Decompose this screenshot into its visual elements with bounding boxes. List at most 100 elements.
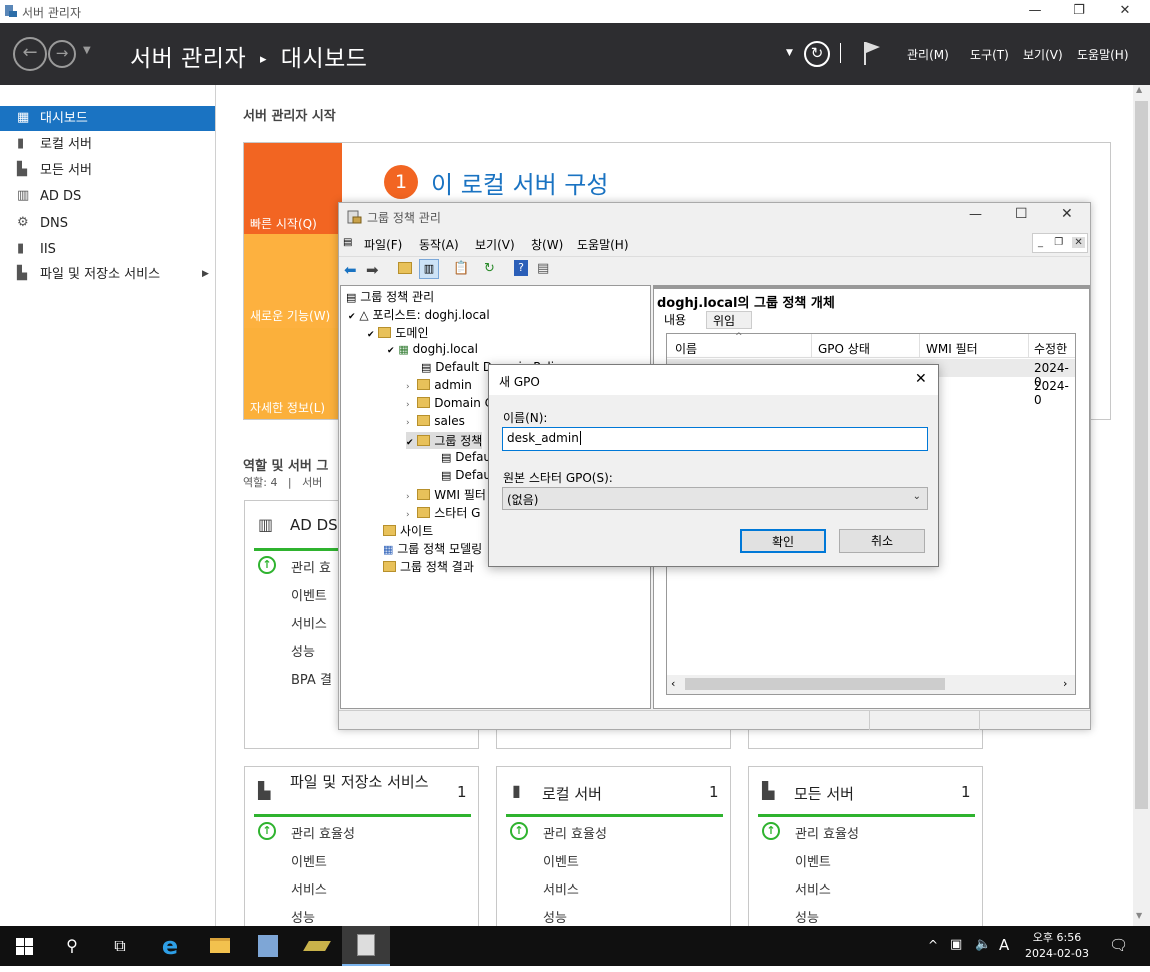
volume-muted-icon[interactable]: 🔈	[975, 937, 991, 952]
menu-manage[interactable]: 관리(M)	[907, 46, 949, 63]
minimize-button[interactable]: —	[1012, 0, 1058, 23]
sidebar-item-iis[interactable]: ▮ IIS	[0, 237, 215, 262]
tile-row[interactable]: 이벤트	[291, 851, 327, 870]
chevron-down-icon[interactable]: ✔	[406, 438, 414, 448]
tree-node-domains[interactable]: ✔ 도메인	[367, 324, 429, 341]
tree-node-root[interactable]: ▤ 그룹 정책 관리	[346, 288, 434, 305]
col-modified[interactable]: 수정한	[1034, 340, 1067, 357]
gpm-maximize-button[interactable]: ☐	[1015, 206, 1028, 222]
tile-row[interactable]: 관리 효율성	[795, 823, 859, 842]
cancel-button[interactable]: 취소	[839, 529, 925, 553]
start-button[interactable]	[0, 926, 48, 966]
back-arrow-icon[interactable]: ⬅	[344, 261, 357, 279]
history-dropdown-icon[interactable]: ▼	[83, 45, 91, 56]
mdi-restore-button[interactable]: ❐	[1054, 237, 1063, 248]
chevron-down-icon[interactable]: ✔	[387, 346, 395, 356]
tile-row[interactable]: 이벤트	[291, 585, 327, 604]
show-tree-icon[interactable]: ▥	[419, 259, 439, 279]
tree-node-gpo-2[interactable]: ▤ Defau	[441, 468, 491, 482]
gpm-menu-file[interactable]: 파일(F)	[364, 236, 402, 253]
gpm-menu-view[interactable]: 보기(V)	[475, 236, 515, 253]
close-button[interactable]: ✕	[1102, 0, 1148, 23]
tile-row[interactable]: 서비스	[291, 613, 327, 632]
chevron-down-icon[interactable]: ✔	[348, 312, 356, 322]
clipboard-icon[interactable]: 📋	[453, 261, 469, 276]
tile-row[interactable]: 성능	[543, 907, 567, 926]
tile-row[interactable]: 관리 효	[291, 557, 331, 576]
scroll-left-icon[interactable]: ‹	[671, 677, 675, 690]
tile-row[interactable]: 관리 효율성	[291, 823, 355, 842]
scroll-down-icon[interactable]: ▼	[1136, 911, 1142, 920]
tree-node-wmi-filters[interactable]: › WMI 필터	[406, 486, 486, 503]
sidebar-item-dns[interactable]: ⚙ DNS	[0, 211, 215, 236]
sidebar-item-all-servers[interactable]: ▙ 모든 서버	[0, 158, 215, 183]
tree-node-domain[interactable]: ✔ ▦ doghj.local	[387, 342, 478, 356]
tile-all-servers[interactable]: ▙ 모든 서버 1 ↑ 관리 효율성 이벤트 서비스 성능	[748, 766, 983, 936]
menu-tools[interactable]: 도구(T)	[970, 46, 1009, 63]
gpm-menu-action[interactable]: 동작(A)	[419, 236, 459, 253]
tab-delegation[interactable]: 위임	[706, 311, 752, 329]
col-wmi-filter[interactable]: WMI 필터	[926, 340, 978, 357]
step-configure-link[interactable]: 이 로컬 서버 구성	[431, 165, 608, 200]
gpm-taskbar-icon[interactable]	[342, 926, 390, 966]
col-name[interactable]: 이름	[675, 340, 697, 357]
tile-quick-start[interactable]: 빠른 시작(Q)	[244, 143, 342, 234]
gpo-name-input[interactable]: desk_admin	[502, 427, 928, 451]
scroll-thumb[interactable]	[1135, 101, 1148, 809]
back-button[interactable]: ←	[13, 37, 47, 71]
chevron-right-icon[interactable]: ›	[406, 492, 410, 502]
ok-button[interactable]: 확인	[740, 529, 826, 553]
forward-arrow-icon[interactable]: ➡	[366, 261, 379, 279]
tree-node-admin[interactable]: › admin	[406, 378, 472, 392]
tile-row[interactable]: 관리 효율성	[543, 823, 607, 842]
tile-whats-new[interactable]: 새로운 기능(W)	[244, 234, 342, 328]
tile-row[interactable]: BPA 결	[291, 669, 332, 688]
tile-file-storage[interactable]: ▙ 파일 및 저장소 서비스 1 ↑ 관리 효율성 이벤트 서비스 성능	[244, 766, 479, 936]
chevron-right-icon[interactable]: ›	[406, 418, 410, 428]
tile-row[interactable]: 성능	[795, 907, 819, 926]
tree-node-domain-controllers[interactable]: › Domain C	[406, 396, 493, 410]
ad-tool-taskbar-icon[interactable]	[293, 926, 341, 966]
forward-button[interactable]: →	[48, 40, 76, 68]
restore-button[interactable]: ❐	[1056, 0, 1102, 23]
sidebar-item-local-server[interactable]: ▮ 로컬 서버	[0, 132, 215, 157]
server-manager-taskbar-icon[interactable]	[244, 926, 292, 966]
task-view-icon[interactable]: ⧉	[96, 926, 144, 966]
clock[interactable]: 오후 6:56 2024-02-03	[1022, 930, 1092, 962]
network-icon[interactable]: ▣	[950, 937, 962, 952]
tab-contents[interactable]: 내용	[664, 311, 686, 328]
ie-icon[interactable]: e	[146, 926, 194, 966]
tree-node-forest[interactable]: ✔ △ 포리스트: doghj.local	[348, 306, 490, 323]
chevron-right-icon[interactable]: ›	[406, 400, 410, 410]
refresh-icon[interactable]: ↻	[484, 261, 495, 276]
up-folder-icon[interactable]	[398, 262, 412, 274]
tile-row[interactable]: 성능	[291, 907, 315, 926]
console-icon[interactable]: ▤	[537, 261, 549, 276]
refresh-icon[interactable]: ↻	[804, 41, 830, 67]
scroll-right-icon[interactable]: ›	[1063, 677, 1067, 690]
chevron-right-icon[interactable]: ›	[406, 510, 410, 520]
gpm-minimize-button[interactable]: —	[969, 207, 982, 222]
tile-learn-more[interactable]: 자세한 정보(L)	[244, 328, 342, 419]
sidebar-item-dashboard[interactable]: ▦ 대시보드	[0, 106, 215, 131]
gpm-close-button[interactable]: ✕	[1061, 206, 1073, 222]
starter-gpo-select[interactable]: (없음) ⌄	[502, 487, 928, 510]
notification-center-icon[interactable]: 🗨	[1109, 936, 1128, 954]
tile-row[interactable]: 서비스	[291, 879, 327, 898]
file-explorer-icon[interactable]	[196, 926, 244, 966]
dropdown-icon[interactable]: ▼	[786, 48, 793, 58]
breadcrumb-app[interactable]: 서버 관리자	[130, 46, 246, 72]
chevron-right-icon[interactable]: ›	[406, 382, 410, 392]
tray-expand-icon[interactable]: ^	[928, 938, 938, 952]
tree-node-starter-gpos[interactable]: › 스타터 G	[406, 504, 480, 521]
tile-row[interactable]: 서비스	[543, 879, 579, 898]
ime-indicator[interactable]: A	[999, 936, 1009, 954]
horizontal-scrollbar[interactable]: ‹ ›	[667, 675, 1075, 694]
tile-row[interactable]: 서비스	[795, 879, 831, 898]
help-icon[interactable]: ?	[514, 260, 528, 276]
tree-node-gpo-1[interactable]: ▤ Defau	[441, 450, 491, 464]
gpm-menu-window[interactable]: 창(W)	[531, 236, 563, 253]
scroll-thumb[interactable]	[685, 678, 945, 690]
gpm-menu-help[interactable]: 도움말(H)	[577, 236, 629, 253]
scroll-up-icon[interactable]: ▲	[1136, 85, 1142, 94]
